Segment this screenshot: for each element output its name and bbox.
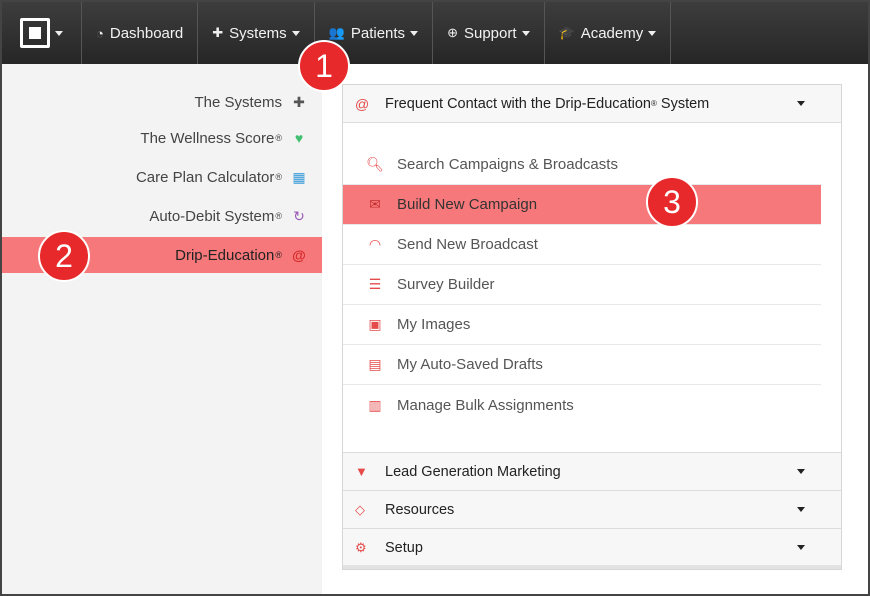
menu-item-label: Survey Builder [397,276,495,293]
step-badge-3: 3 [646,176,698,228]
drip-education-panel: @ Frequent Contact with the Drip-Educati… [342,84,842,570]
nav-label: Support [463,24,517,42]
nav-label: Dashboard [109,24,184,42]
registered-mark: ® [275,133,282,143]
menu-item-label: Manage Bulk Assignments [397,396,574,414]
chevron-down-icon [55,30,63,36]
image-icon: ▣ [368,316,382,332]
step-badge-1: 1 [298,40,350,92]
section-lead-generation-marketing[interactable]: ▼ Lead Generation Marketing [343,452,841,490]
nav-filler [671,2,868,64]
refresh-icon: ↻ [293,207,305,224]
logo-icon [20,18,50,48]
nav-systems[interactable]: ✚ Systems [198,2,315,64]
users-icon: 👥 [328,25,345,40]
menu-item-send-new-broadcast[interactable]: ◠ Send New Broadcast [343,225,821,265]
sidebar-item-auto-debit-system[interactable]: Auto-Debit System ® ↻ [149,198,308,234]
section-resources[interactable]: ◇ Resources [343,490,841,528]
step-badge-2: 2 [38,230,90,282]
puzzle-icon: ✚ [293,93,305,110]
section-label: Lead Generation Marketing [385,463,561,480]
menu-item-label: Build New Campaign [397,196,538,213]
sidebar-item-wellness-score[interactable]: The Wellness Score ® ♥ [140,120,308,156]
at-icon: @ [355,95,370,112]
registered-mark: ® [275,172,282,182]
calculator-icon: ▦ [292,168,306,185]
sidebar-item-label: Auto-Debit System [149,207,275,225]
menu-item-build-new-campaign[interactable]: ✉ Build New Campaign [343,185,821,225]
panel-header-suffix: System [656,95,710,112]
menu-item-manage-bulk-assignments[interactable]: ▥ Manage Bulk Assignments [343,385,821,425]
menu-item-my-images[interactable]: ▣ My Images [343,305,821,345]
menu-item-label: My Images [397,316,471,333]
newspaper-icon: ▥ [368,396,382,413]
chevron-down-icon [521,30,530,36]
list-icon: ☰ [368,276,382,292]
registered-mark: ® [275,250,282,260]
lifebuoy-icon: ⊕ [447,25,458,40]
envelope-icon: ✉ [369,196,381,212]
caret-down-icon [797,101,805,106]
diamond-icon: ◇ [355,501,365,517]
dashboard-icon: ◔ [96,25,104,41]
menu-item-label: My Auto-Saved Drafts [397,356,543,373]
filter-icon: ▼ [355,464,368,479]
nav-dashboard[interactable]: ◔ Dashboard [82,2,199,64]
menu-item-label: Send New Broadcast [397,236,538,253]
at-icon: @ [292,247,306,263]
sidebar-item-care-plan-calculator[interactable]: Care Plan Calculator ® ▦ [136,159,308,195]
caret-down-icon [797,545,805,550]
caret-down-icon [797,469,805,474]
nav-label: Academy [580,24,644,42]
graduation-cap-icon: 🎓 [558,25,575,40]
registered-mark: ® [275,211,282,221]
panel-header-frequent-contact[interactable]: @ Frequent Contact with the Drip-Educati… [343,85,841,123]
nav-label: Systems [229,24,287,42]
panel-header-label: Frequent Contact with the Drip-Education [385,95,651,112]
campaign-menu: 🔍︎ Search Campaigns & Broadcasts ✉ Build… [343,145,821,425]
sidebar-item-the-systems[interactable]: The Systems ✚ [194,84,308,120]
panel-footer-bar [343,565,841,569]
sidebar-item-label: Drip-Education [175,246,275,264]
sidebar-item-label: Care Plan Calculator [135,168,275,186]
logo-menu[interactable] [2,2,82,64]
file-icon: ▤ [368,356,382,372]
section-setup[interactable]: ⚙ Setup [343,528,841,566]
nav-support[interactable]: ⊕ Support [433,2,545,64]
menu-item-search-campaigns[interactable]: 🔍︎ Search Campaigns & Broadcasts [343,145,821,185]
rss-icon: ◠ [368,236,382,252]
heart-pulse-icon: ♥ [294,130,304,146]
top-navbar: ◔ Dashboard ✚ Systems 👥 Patients ⊕ Suppo… [2,2,868,64]
search-icon: 🔍︎ [366,156,384,172]
sidebar-item-label: The Wellness Score [140,129,275,147]
chevron-down-icon [648,30,657,36]
chevron-down-icon [291,30,300,36]
menu-item-label: Search Campaigns & Broadcasts [397,156,618,173]
nav-academy[interactable]: 🎓 Academy [545,2,672,64]
nav-label: Patients [350,24,406,42]
sidebar-item-label: The Systems [194,93,282,111]
section-label: Setup [385,539,423,556]
sidebar: The Systems ✚ The Wellness Score ® ♥ Car… [2,64,322,594]
section-label: Resources [385,501,455,518]
menu-item-survey-builder[interactable]: ☰ Survey Builder [343,265,821,305]
chevron-down-icon [410,30,419,36]
puzzle-icon: ✚ [212,25,224,40]
menu-item-auto-saved-drafts[interactable]: ▤ My Auto-Saved Drafts [343,345,821,385]
caret-down-icon [797,507,805,512]
gears-icon: ⚙ [355,539,367,555]
